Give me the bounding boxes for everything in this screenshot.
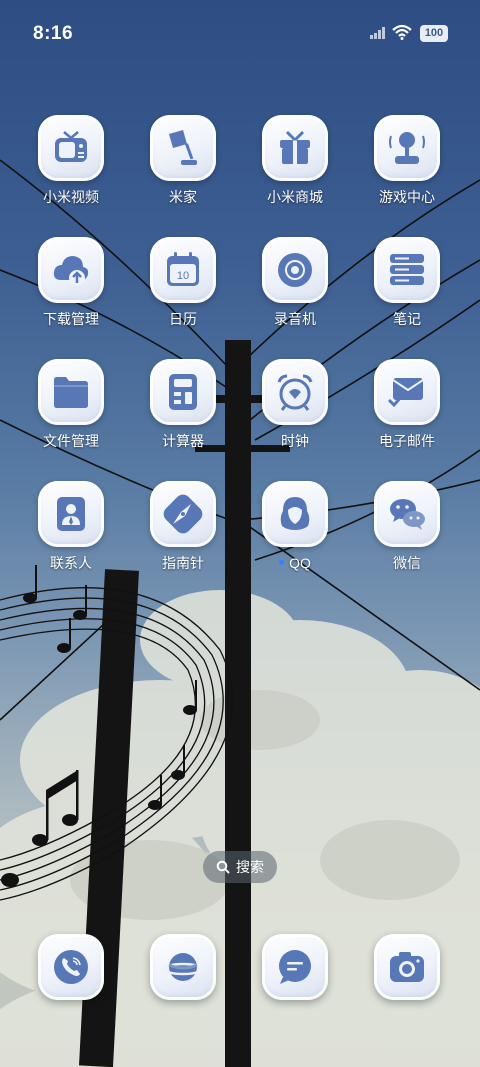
lamp-icon xyxy=(150,115,216,181)
home-screen: 8:16 100 小米视频 米家 小米商城 游戏中心 下载管理 10 日历 录音… xyxy=(0,0,480,1067)
mail-icon xyxy=(374,359,440,425)
wechat-icon xyxy=(374,481,440,547)
app-mijia[interactable]: 米家 xyxy=(128,115,238,206)
dock-messages[interactable] xyxy=(240,934,350,1000)
calculator-icon xyxy=(150,359,216,425)
app-label: 联系人 xyxy=(50,555,92,571)
compass-icon xyxy=(150,481,216,547)
contacts-icon xyxy=(38,481,104,547)
calendar-date: 10 xyxy=(177,270,189,282)
cellular-signal-icon xyxy=(370,27,385,39)
qq-icon xyxy=(262,481,328,547)
browser-planet-icon xyxy=(150,934,216,1000)
dock-camera[interactable] xyxy=(352,934,462,1000)
app-compass[interactable]: 指南针 xyxy=(128,481,238,572)
cloud-upload-icon xyxy=(38,237,104,303)
app-label: 文件管理 xyxy=(43,433,99,449)
status-bar: 8:16 100 xyxy=(0,0,480,68)
app-label: 指南针 xyxy=(162,555,204,571)
notification-dot xyxy=(279,559,285,565)
app-calendar[interactable]: 10 日历 xyxy=(128,237,238,328)
message-icon xyxy=(262,934,328,1000)
app-label: QQ xyxy=(240,554,350,572)
app-label: 小米商城 xyxy=(267,189,323,205)
joystick-icon xyxy=(374,115,440,181)
app-label-text: QQ xyxy=(289,555,311,571)
app-label: 游戏中心 xyxy=(379,189,435,205)
app-calculator[interactable]: 计算器 xyxy=(128,359,238,450)
app-game-center[interactable]: 游戏中心 xyxy=(352,115,462,206)
app-xiaomi-video[interactable]: 小米视频 xyxy=(16,115,126,206)
search-label: 搜索 xyxy=(236,859,264,875)
recorder-icon xyxy=(262,237,328,303)
app-label: 日历 xyxy=(169,311,197,327)
dock-browser[interactable] xyxy=(128,934,238,1000)
app-label: 下载管理 xyxy=(43,311,99,327)
folder-icon xyxy=(38,359,104,425)
search-icon xyxy=(216,860,230,875)
app-label: 笔记 xyxy=(393,311,421,327)
app-xiaomi-store[interactable]: 小米商城 xyxy=(240,115,350,206)
app-wechat[interactable]: 微信 xyxy=(352,481,462,572)
app-contacts[interactable]: 联系人 xyxy=(16,481,126,572)
search-button[interactable]: 搜索 xyxy=(203,851,277,883)
dock-phone[interactable] xyxy=(16,934,126,1000)
app-qq[interactable]: QQ xyxy=(240,481,350,572)
calendar-icon: 10 xyxy=(150,237,216,303)
camera-icon xyxy=(374,934,440,1000)
alarm-clock-icon xyxy=(262,359,328,425)
app-file-manager[interactable]: 文件管理 xyxy=(16,359,126,450)
battery-indicator: 100 xyxy=(420,25,448,42)
gift-icon xyxy=(262,115,328,181)
phone-icon xyxy=(38,934,104,1000)
app-label: 录音机 xyxy=(274,311,316,327)
tv-icon xyxy=(38,115,104,181)
wifi-icon xyxy=(392,24,412,40)
status-time: 8:16 xyxy=(33,23,74,44)
notes-icon xyxy=(374,237,440,303)
app-email[interactable]: 电子邮件 xyxy=(352,359,462,450)
app-download-manager[interactable]: 下载管理 xyxy=(16,237,126,328)
app-label: 计算器 xyxy=(162,433,204,449)
app-label: 电子邮件 xyxy=(379,433,435,449)
app-label: 小米视频 xyxy=(43,189,99,205)
app-notes[interactable]: 笔记 xyxy=(352,237,462,328)
app-label: 时钟 xyxy=(281,433,309,449)
app-clock[interactable]: 时钟 xyxy=(240,359,350,450)
app-label: 微信 xyxy=(393,555,421,571)
app-label: 米家 xyxy=(169,189,197,205)
app-recorder[interactable]: 录音机 xyxy=(240,237,350,328)
